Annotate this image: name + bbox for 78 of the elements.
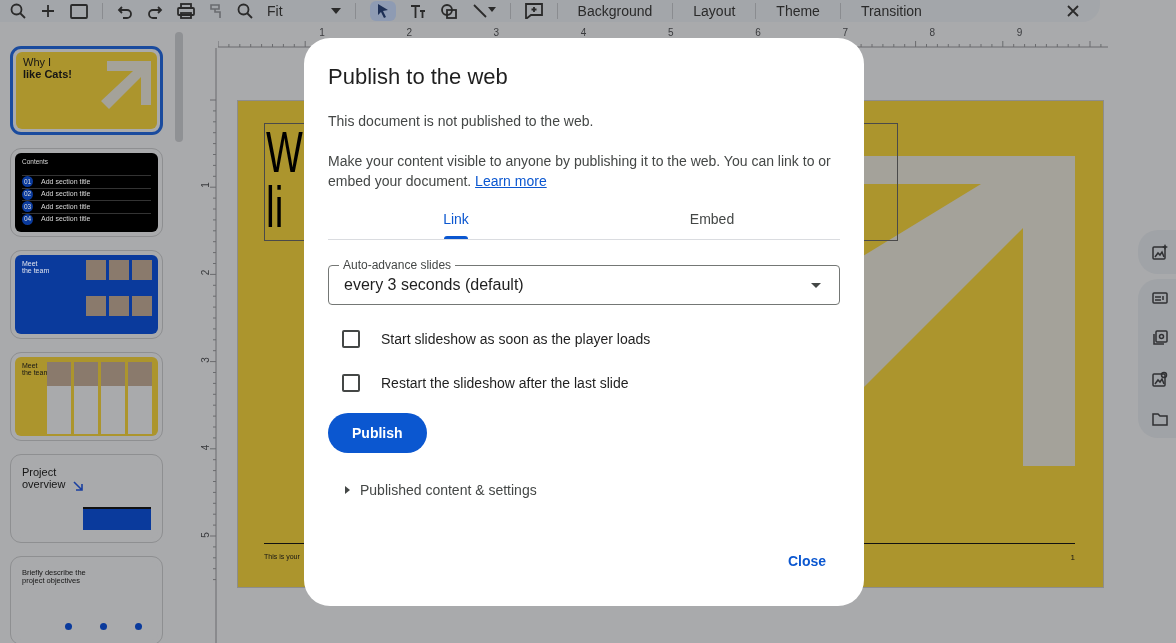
publish-button[interactable]: Publish xyxy=(328,413,427,453)
learn-more-link[interactable]: Learn more xyxy=(475,173,547,189)
description-text: Make your content visible to anyone by publishing it to the web. You can link to or embed your document. Learn more xyxy=(328,152,832,191)
ruler-number: 8 xyxy=(929,27,936,38)
search-icon[interactable] xyxy=(10,3,26,19)
checkbox[interactable] xyxy=(342,374,360,392)
photo-placeholder xyxy=(101,362,125,386)
slide-title: W xyxy=(266,126,303,182)
text-block xyxy=(83,507,151,530)
status-text: This document is not published to the web. xyxy=(328,112,595,131)
dialog-title: Publish to the web xyxy=(328,63,509,91)
slide-title: Why I like Cats! xyxy=(23,57,73,81)
ruler-number: 2 xyxy=(406,27,412,38)
toolbar-menu-button[interactable]: Transition xyxy=(860,0,922,22)
ruler-number: 5 xyxy=(668,27,674,38)
slide-title: li xyxy=(266,181,284,237)
ruler-number: 3 xyxy=(493,27,500,38)
ruler-number: 3 xyxy=(199,357,211,363)
checkbox-label: Start slideshow as soon as the player loads xyxy=(381,329,651,349)
ruler-number: 6 xyxy=(755,27,761,38)
ruler-number: 5 xyxy=(199,532,211,538)
scrollbar[interactable] xyxy=(175,32,183,142)
tab[interactable]: Link xyxy=(328,203,584,239)
page-number: 1 xyxy=(1070,552,1075,564)
number-dot-icon xyxy=(135,623,142,630)
ruler-number: 2 xyxy=(199,269,211,276)
cursor-icon xyxy=(375,3,390,19)
ruler-number: 9 xyxy=(1016,27,1023,38)
close-button[interactable]: Close xyxy=(773,545,840,578)
plus-icon[interactable] xyxy=(40,3,56,19)
zoom-icon[interactable] xyxy=(237,3,253,19)
photo-placeholder xyxy=(132,296,152,316)
comment-icon[interactable] xyxy=(524,3,543,19)
ruler-number: 1 xyxy=(319,27,325,38)
image-search-icon[interactable] xyxy=(1152,371,1168,387)
caret-icon xyxy=(330,8,341,14)
card-icon[interactable] xyxy=(1152,291,1168,305)
photo-placeholder xyxy=(128,362,152,386)
triangle-icon xyxy=(344,486,350,494)
ruler-number: 7 xyxy=(842,27,848,38)
photo-placeholder xyxy=(47,362,71,386)
text-box-icon[interactable] xyxy=(409,3,426,19)
folder-icon[interactable] xyxy=(1152,412,1168,426)
checkbox[interactable] xyxy=(342,330,360,348)
photo-placeholder xyxy=(109,296,129,316)
close-icon[interactable] xyxy=(1066,4,1080,18)
tab[interactable]: Embed xyxy=(584,203,840,239)
image-sparkle-icon[interactable] xyxy=(1152,244,1168,260)
zoom-dropdown[interactable]: Fit xyxy=(267,0,341,22)
new-slide-icon[interactable] xyxy=(70,3,88,19)
photo-placeholder xyxy=(86,260,106,280)
ruler-number: 4 xyxy=(199,444,211,451)
ruler-number: 1 xyxy=(199,182,211,188)
checkbox-label: Restart the slideshow after the last slide xyxy=(381,373,629,393)
slide-title: Project overview xyxy=(22,467,66,491)
photos-icon[interactable] xyxy=(1152,330,1168,346)
slide-thumbnail[interactable]: Project overview xyxy=(10,454,163,543)
toolbar-menu-button[interactable]: Background xyxy=(577,0,653,22)
shape-icon[interactable] xyxy=(439,3,458,19)
pointer-tool-button[interactable] xyxy=(369,1,396,21)
photo-placeholder xyxy=(74,362,98,386)
print-icon[interactable] xyxy=(177,3,195,19)
photo-placeholder xyxy=(86,296,106,316)
slide-thumbnail[interactable]: Why I like Cats! xyxy=(10,46,163,135)
caret-icon xyxy=(811,282,821,288)
number-dot-icon xyxy=(100,623,107,630)
redo-icon[interactable] xyxy=(147,3,163,19)
expander-toggle[interactable]: Published content & settings xyxy=(328,478,537,502)
photo-placeholder xyxy=(132,260,152,280)
ruler-number: 4 xyxy=(580,27,587,38)
toolbar-menu-button[interactable]: Layout xyxy=(693,0,736,22)
toolbar-menu-button[interactable]: Theme xyxy=(776,0,820,22)
arrow-icon xyxy=(73,481,83,491)
line-icon[interactable] xyxy=(471,3,496,19)
paint-format-icon xyxy=(209,3,223,19)
number-dot-icon xyxy=(65,623,72,630)
undo-icon[interactable] xyxy=(117,3,133,19)
photo-placeholder xyxy=(109,260,129,280)
